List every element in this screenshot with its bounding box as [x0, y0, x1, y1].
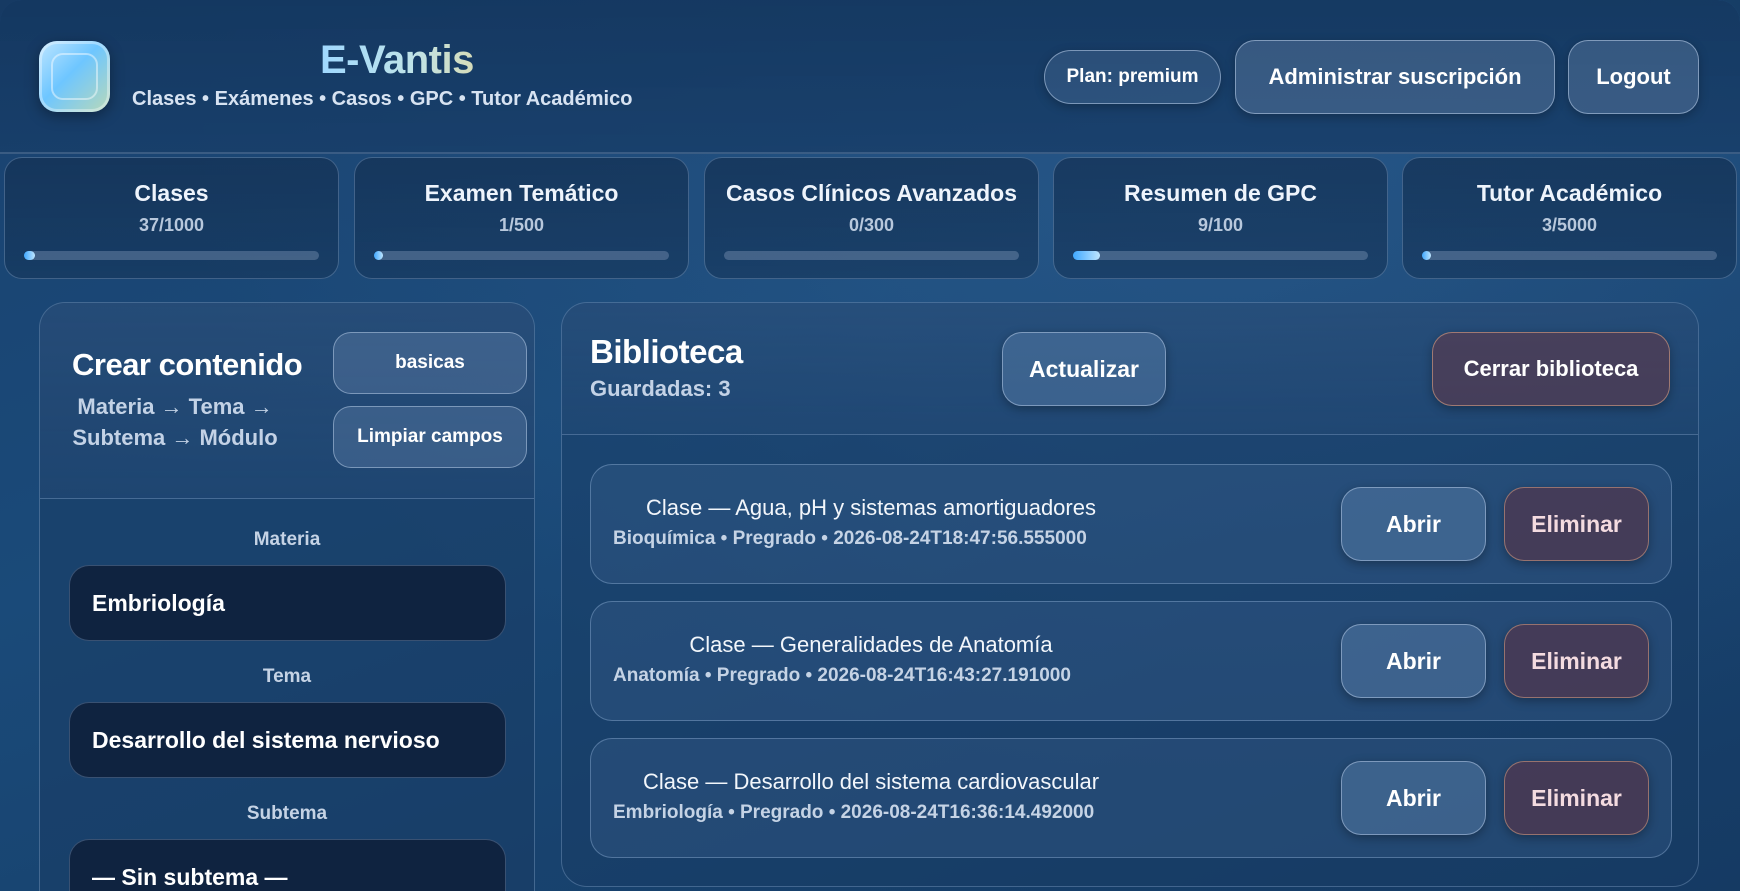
close-library-button[interactable]: Cerrar biblioteca	[1432, 332, 1670, 406]
progress-track	[1073, 251, 1368, 260]
item-meta: Anatomía • Pregrado • 2026-08-24T16:43:2…	[613, 665, 1071, 686]
tema-label: Tema	[262, 666, 312, 687]
stat-title: Tutor Académico	[1476, 180, 1663, 206]
stat-count: 3/5000	[1541, 215, 1598, 235]
app-subtitle: Clases • Exámenes • Casos • GPC • Tutor …	[132, 88, 633, 110]
item-meta: Embriología • Pregrado • 2026-08-24T16:3…	[613, 802, 1095, 823]
app-window: E-Vantis Clases • Exámenes • Casos • GPC…	[0, 0, 1740, 891]
refresh-button[interactable]: Actualizar	[1002, 332, 1166, 406]
open-button[interactable]: Abrir	[1341, 624, 1486, 698]
materia-label: Materia	[253, 529, 321, 550]
stat-card-tutor: Tutor Académico 3/5000	[1402, 157, 1737, 279]
stat-card-clases: Clases 37/1000	[4, 157, 339, 279]
manage-subscription-button[interactable]: Administrar suscripción	[1235, 40, 1555, 114]
create-panel-header: Crear contenido Materia → Tema → Subtema…	[40, 303, 534, 499]
clear-fields-button[interactable]: Limpiar campos	[333, 406, 527, 468]
app-logo-icon	[39, 41, 110, 112]
stat-title: Resumen de GPC	[1124, 180, 1317, 206]
create-path-hint: Materia → Tema → Subtema → Módulo	[72, 394, 278, 450]
library-title: Biblioteca	[590, 333, 743, 370]
progress-track	[24, 251, 319, 260]
stat-card-gpc: Resumen de GPC 9/100	[1053, 157, 1388, 279]
item-title: Clase — Desarrollo del sistema cardiovas…	[642, 769, 1100, 794]
stat-title: Casos Clínicos Avanzados	[726, 180, 1017, 206]
top-header: E-Vantis Clases • Exámenes • Casos • GPC…	[0, 0, 1740, 154]
create-title: Crear contenido	[72, 347, 303, 382]
progress-fill	[24, 251, 35, 260]
library-item: Clase — Agua, pH y sistemas amortiguador…	[590, 464, 1672, 584]
item-meta: Bioquímica • Pregrado • 2026-08-24T18:47…	[613, 528, 1087, 549]
level-button[interactable]: basicas	[333, 332, 527, 394]
library-saved-count: Guardadas: 3	[590, 376, 731, 401]
stat-card-casos: Casos Clínicos Avanzados 0/300	[704, 157, 1039, 279]
subtema-select[interactable]: — Sin subtema —	[69, 839, 506, 891]
logout-button[interactable]: Logout	[1568, 40, 1699, 114]
stat-count: 0/300	[848, 215, 895, 235]
progress-track	[374, 251, 669, 260]
stat-count: 9/100	[1197, 215, 1244, 235]
subtema-label: Subtema	[246, 803, 328, 824]
stat-title: Examen Temático	[424, 180, 619, 206]
open-button[interactable]: Abrir	[1341, 761, 1486, 835]
tema-select[interactable]: Desarrollo del sistema nervioso	[69, 702, 506, 778]
library-header: Biblioteca Guardadas: 3 Actualizar Cerra…	[562, 303, 1698, 435]
progress-track	[1422, 251, 1717, 260]
plan-badge: Plan: premium	[1044, 50, 1221, 104]
progress-fill	[374, 251, 383, 260]
delete-button[interactable]: Eliminar	[1504, 624, 1649, 698]
stat-count: 1/500	[498, 215, 545, 235]
progress-fill	[1073, 251, 1100, 260]
progress-fill	[1422, 251, 1431, 260]
item-title: Clase — Generalidades de Anatomía	[689, 632, 1053, 657]
progress-track	[724, 251, 1019, 260]
library-panel: Biblioteca Guardadas: 3 Actualizar Cerra…	[561, 302, 1699, 887]
open-button[interactable]: Abrir	[1341, 487, 1486, 561]
app-title: E-Vantis	[320, 38, 474, 82]
stat-count: 37/1000	[138, 215, 205, 235]
stat-card-examen: Examen Temático 1/500	[354, 157, 689, 279]
materia-select[interactable]: Embriología	[69, 565, 506, 641]
item-title: Clase — Agua, pH y sistemas amortiguador…	[646, 495, 1096, 520]
stat-title: Clases	[134, 180, 209, 206]
library-item: Clase — Desarrollo del sistema cardiovas…	[590, 738, 1672, 858]
library-item: Clase — Generalidades de Anatomía Anatom…	[590, 601, 1672, 721]
create-content-panel: Crear contenido Materia → Tema → Subtema…	[39, 302, 535, 891]
delete-button[interactable]: Eliminar	[1504, 761, 1649, 835]
delete-button[interactable]: Eliminar	[1504, 487, 1649, 561]
